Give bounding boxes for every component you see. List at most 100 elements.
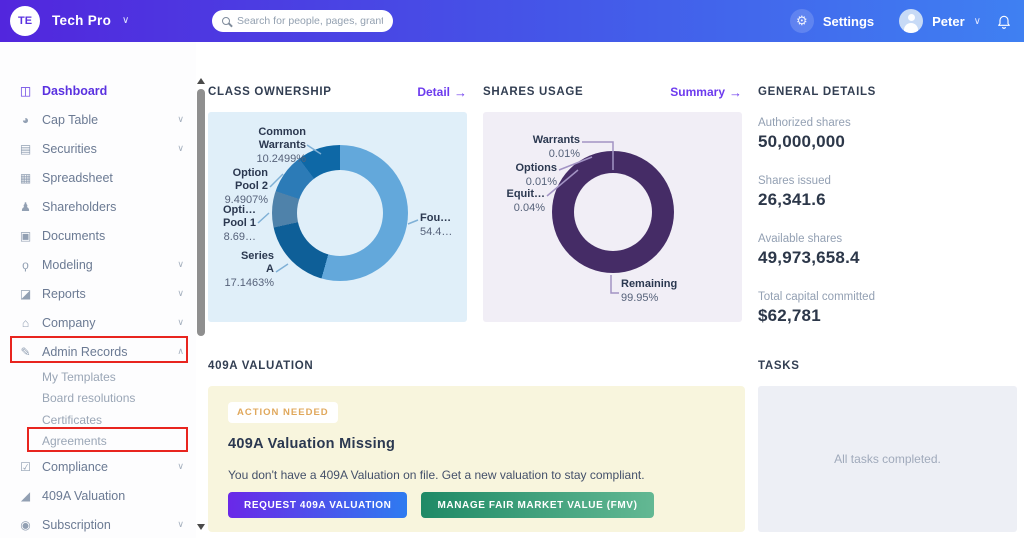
stat-value: 50,000,000: [758, 132, 846, 151]
general-details-stats: Authorized shares 50,000,000 Shares issu…: [758, 116, 1017, 348]
sidebar-item-label: Modeling: [42, 257, 93, 272]
sidebar-item-label: Shareholders: [42, 199, 117, 214]
label-value: 8.69…: [223, 231, 256, 243]
stat-label: Available shares: [758, 233, 843, 245]
sidebar-item-label: Dashboard: [42, 83, 108, 98]
folder-icon: [18, 229, 33, 243]
manage-fmv-button[interactable]: MANAGE FAIR MARKET VALUE (FMV): [421, 492, 654, 518]
section-title: CLASS OWNERSHIP: [208, 86, 332, 98]
request-409a-valuation-button[interactable]: REQUEST 409A VALUATION: [228, 492, 408, 518]
sidebar-item-company[interactable]: Company: [0, 308, 196, 337]
label-line: Pool 1: [222, 217, 256, 229]
sidebar-item-shareholders[interactable]: Shareholders: [0, 192, 196, 221]
label-value: 0.01%: [548, 148, 580, 160]
label-line: Warrants: [258, 139, 306, 151]
valuation-missing-body: You don't have a 409A Valuation on file.…: [228, 468, 645, 482]
chevron-down-icon: [177, 461, 184, 472]
sidebar-item-label: Company: [42, 315, 96, 330]
link-label: Detail: [417, 85, 450, 99]
gear-icon[interactable]: ⚙: [789, 9, 814, 33]
sidebar-item-label: Subscription: [42, 517, 111, 532]
sidebar-subitem-my-templates[interactable]: My Templates: [0, 366, 196, 388]
sidebar-item-cap-table[interactable]: Cap Table: [0, 105, 196, 134]
sidebar-item-label: 409A Valuation: [42, 488, 126, 503]
label-line: Pool 2: [234, 180, 268, 192]
sidebar-subitem-board-resolutions[interactable]: Board resolutions: [0, 388, 196, 410]
scrollbar[interactable]: [195, 76, 207, 538]
search-input[interactable]: [237, 15, 383, 27]
sidebar-item-reports[interactable]: Reports: [0, 279, 196, 308]
sidebar-item-label: Securities: [42, 141, 97, 156]
sidebar-nav: Dashboard Cap Table Securities Spreadshe…: [0, 42, 196, 538]
sidebar-item-409a-valuation[interactable]: 409A Valuation: [0, 481, 196, 510]
sidebar-item-modeling[interactable]: Modeling: [0, 250, 196, 279]
sidebar-item-spreadsheet[interactable]: Spreadsheet: [0, 163, 196, 192]
chevron-down-icon: [177, 288, 184, 299]
label-value: 99.95%: [621, 292, 659, 304]
shares-usage-donut[interactable]: [552, 151, 674, 273]
arrow-right-icon: [454, 85, 467, 100]
topbar: TE Tech Pro ∨ ⚙ Settings Peter ∨: [0, 0, 1024, 42]
donut-label-remaining: Remaining 99.95%: [621, 278, 701, 305]
lightbulb-icon: [18, 258, 33, 272]
sidebar-item-securities[interactable]: Securities: [0, 134, 196, 163]
label-line: Options: [515, 162, 557, 174]
chevron-down-icon: [177, 519, 184, 530]
shares-usage-summary-link[interactable]: Summary: [670, 85, 742, 100]
scroll-up-arrow[interactable]: [197, 78, 205, 84]
company-switcher[interactable]: Tech Pro: [52, 13, 111, 28]
label-value: 17.1463%: [224, 277, 274, 289]
scrollbar-thumb[interactable]: [197, 89, 205, 336]
stat-label: Total capital committed: [758, 291, 875, 303]
chevron-down-icon: [177, 317, 184, 328]
label-line: A: [266, 263, 274, 275]
section-title: SHARES USAGE: [483, 86, 584, 98]
clipboard-icon: [18, 142, 33, 156]
class-ownership-detail-link[interactable]: Detail: [417, 85, 467, 100]
donut-label-series-a: Series A 17.1463%: [208, 250, 274, 290]
sidebar-item-dashboard[interactable]: Dashboard: [0, 76, 196, 105]
class-ownership-header-row: CLASS OWNERSHIP Detail: [208, 84, 467, 100]
section-title: 409A VALUATION: [208, 360, 314, 372]
valuation-missing-title: 409A Valuation Missing: [228, 436, 396, 452]
settings-button[interactable]: Settings: [823, 14, 874, 29]
sidebar-item-label: Compliance: [42, 459, 109, 474]
user-menu[interactable]: Peter: [932, 14, 965, 29]
stat-available-shares: Available shares 49,973,658.4: [758, 232, 1017, 270]
chevron-down-icon[interactable]: ∨: [122, 15, 129, 26]
chevron-down-icon: [177, 114, 184, 125]
sidebar-item-label: Spreadsheet: [42, 170, 113, 185]
donut-label-founders: Fou… 54.4…: [420, 212, 466, 239]
donut-label-option-pool-2: Option Pool 2 9.4907%: [208, 167, 268, 207]
section-title: TASKS: [758, 360, 800, 372]
donut-label-common-warrants: Common Warrants 10.2499%: [216, 126, 306, 166]
valuation-buttons: REQUEST 409A VALUATION MANAGE FAIR MARKE…: [228, 492, 654, 518]
sidebar-item-documents[interactable]: Documents: [0, 221, 196, 250]
sidebar-item-label: Reports: [42, 286, 86, 301]
sidebar-item-label: Cap Table: [42, 112, 99, 127]
class-ownership-panel: Common Warrants 10.2499% Option Pool 2 9…: [208, 112, 467, 322]
sidebar-item-label: Documents: [42, 228, 106, 243]
sidebar-subitem-label: Certificates: [42, 412, 103, 427]
dashboard-icon: [18, 84, 33, 98]
user-avatar[interactable]: [899, 9, 924, 33]
label-value: 0.01%: [525, 176, 557, 188]
valuation-panel: ACTION NEEDED 409A Valuation Missing You…: [208, 386, 745, 532]
label-line: Warrants: [532, 134, 580, 146]
sidebar-subitem-label: My Templates: [42, 369, 116, 384]
search-bar[interactable]: [212, 10, 393, 32]
scroll-down-arrow[interactable]: [197, 524, 205, 530]
company-avatar[interactable]: TE: [10, 6, 40, 36]
dollar-circle-icon: [18, 518, 33, 532]
general-details-header-row: GENERAL DETAILS: [758, 84, 1017, 100]
chevron-down-icon[interactable]: ∨: [974, 16, 981, 27]
pie-chart-icon: [18, 113, 33, 127]
sidebar-item-subscription[interactable]: Subscription: [0, 510, 196, 538]
stat-value: $62,781: [758, 306, 821, 325]
sidebar-item-compliance[interactable]: Compliance: [0, 452, 196, 481]
label-line: Opti…: [223, 204, 256, 216]
donut-label-options: Options 0.01%: [483, 162, 557, 189]
shares-usage-panel: Warrants 0.01% Options 0.01% Equit… 0.04…: [483, 112, 742, 322]
bell-icon[interactable]: [996, 13, 1012, 29]
chevron-down-icon: [177, 143, 184, 154]
